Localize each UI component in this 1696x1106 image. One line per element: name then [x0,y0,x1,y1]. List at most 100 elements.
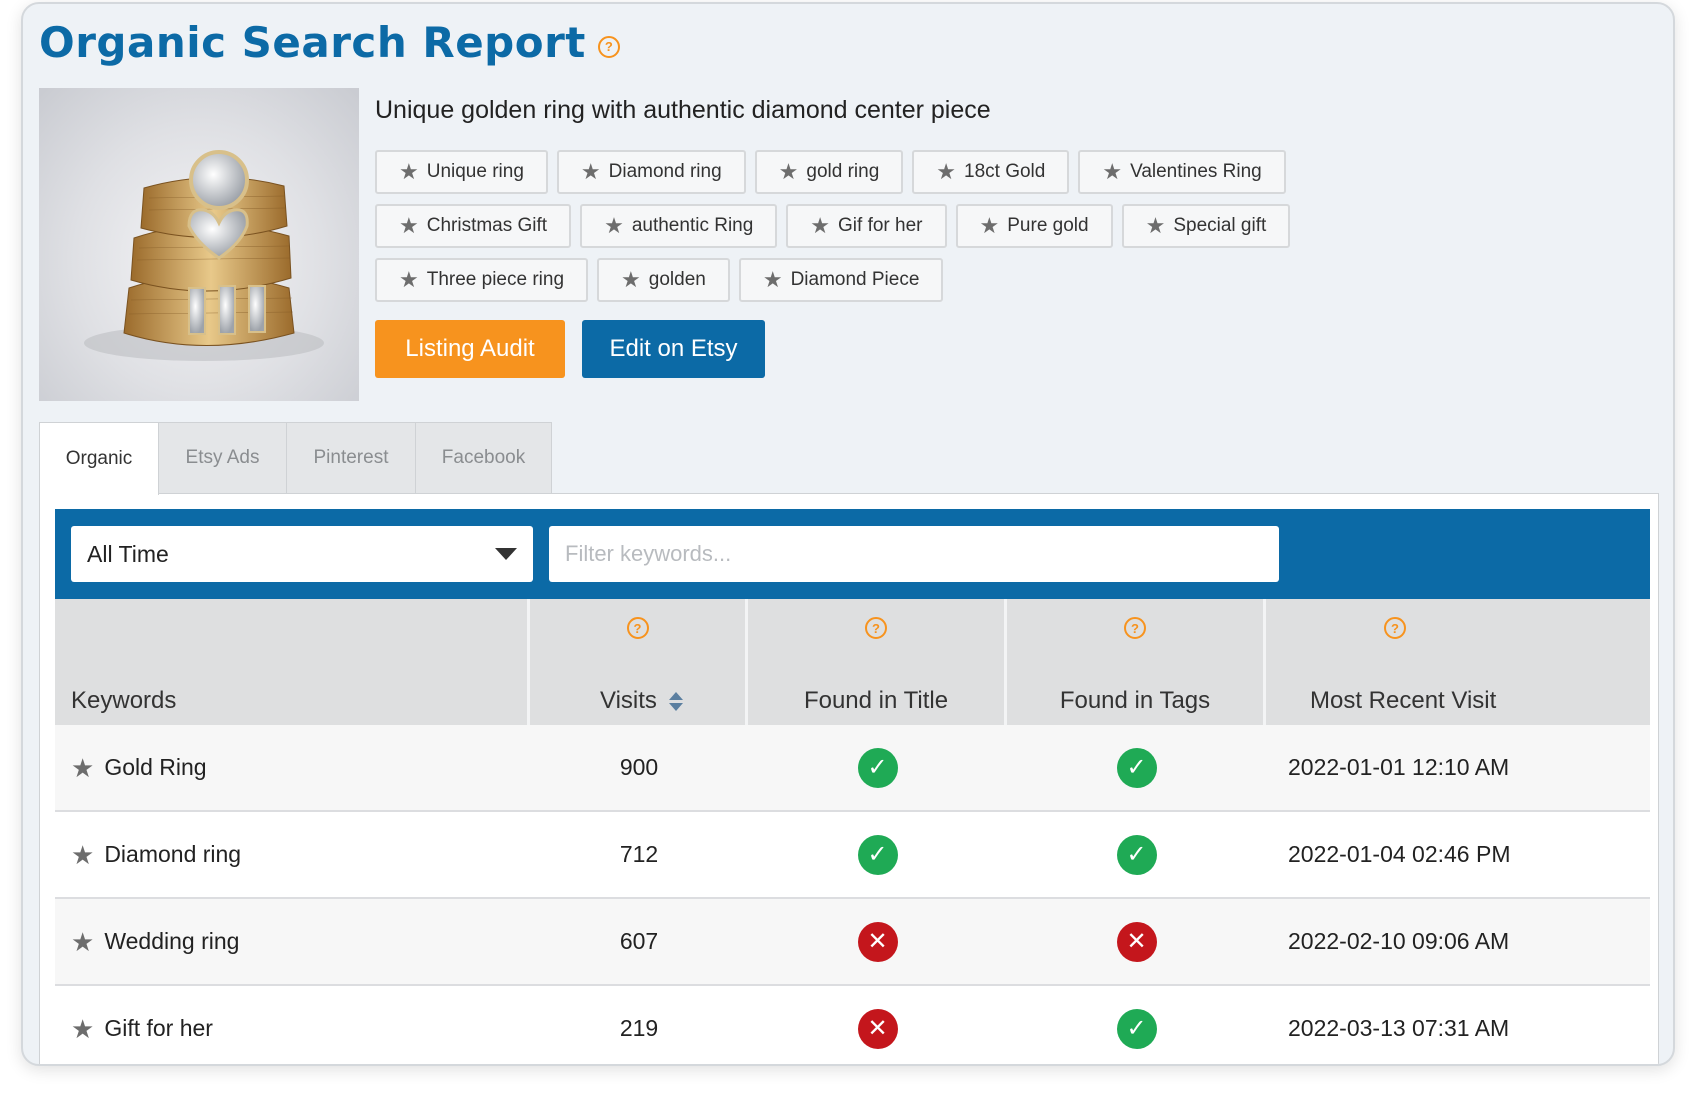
star-icon[interactable]: ★ [71,842,94,868]
check-circle-icon: ✓ [1116,1008,1157,1049]
visits-cell: 712 [619,841,659,867]
question-circle-icon[interactable]: ? [865,617,887,639]
question-circle-icon[interactable]: ? [626,617,649,639]
column-header-visits[interactable]: ? Visits [530,599,748,725]
star-icon: ★ [399,267,419,292]
tab-pinterest[interactable]: Pinterest [287,422,416,494]
recent-visit-cell: 2022-02-10 09:06 AM [1288,928,1510,954]
found-in-title-cell: ✕ [748,986,1007,1064]
column-header-keywords[interactable]: Keywords [55,599,530,725]
check-circle-icon: ✓ [1116,747,1157,788]
column-label: Keywords [71,687,177,714]
table-row[interactable]: ★ Diamond ring 712 ✓ ✓ 2022-01-04 02:46 P… [55,812,1650,899]
star-icon: ★ [810,213,831,238]
title-row: Organic Search Report ? [39,18,620,67]
column-header-most-recent-visit[interactable]: ? Most Recent Visit [1266,599,1650,725]
tab-etsy-ads[interactable]: Etsy Ads [159,422,287,494]
star-icon: ★ [399,159,419,184]
visits-cell: 900 [619,754,659,780]
tag-chip[interactable]: ★ Christmas Gift [375,204,572,248]
star-icon: ★ [604,213,624,238]
found-in-title-cell: ✓ [748,812,1007,897]
tag-row: ★ Three piece ring ★ golden ★ Diamond Piece [375,258,1275,302]
tag-chip[interactable]: ★ golden [597,258,730,302]
time-range-select[interactable]: All Time [71,526,533,582]
tag-chip[interactable]: ★ Valentines Ring [1078,150,1286,194]
keywords-table: Keywords ? Visits ? Found in Title ? Fou… [55,599,1650,1064]
tag-label: Diamond Piece [790,269,920,290]
keyword-text: Diamond ring [104,841,242,867]
column-label: Found in Tags [1059,687,1211,714]
filter-bar: All Time [55,509,1650,599]
question-circle-icon[interactable]: ? [1384,617,1406,639]
found-in-title-cell: ✕ [748,899,1007,984]
cross-circle-icon: ✕ [857,921,898,962]
page-title: Organic Search Report [39,18,586,67]
column-label: Visits [600,687,683,715]
star-icon: ★ [1102,159,1123,184]
column-header-found-in-tags[interactable]: ? Found in Tags [1007,599,1266,725]
star-icon[interactable]: ★ [71,755,94,781]
star-icon: ★ [979,213,1000,238]
check-circle-icon: ✓ [857,834,898,875]
tag-chip[interactable]: ★ Unique ring [375,150,548,194]
column-header-found-in-title[interactable]: ? Found in Title [748,599,1007,725]
tag-label: Diamond ring [608,161,722,182]
table-row[interactable]: ★ Wedding ring 607 ✕ ✕ 2022-02-10 09:06 A… [55,899,1650,986]
keyword-cell: ★ Diamond ring [55,812,530,897]
keyword-text: Wedding ring [104,928,240,954]
tab-facebook[interactable]: Facebook [416,422,552,494]
recent-visit-cell: 2022-03-13 07:31 AM [1288,1015,1510,1041]
keyword-filter-input[interactable] [549,526,1279,582]
tag-label: gold ring [806,161,880,182]
visits-cell: 219 [619,1015,659,1041]
found-in-tags-cell: ✓ [1007,725,1266,810]
product-image [39,88,359,401]
tag-label: authentic Ring [631,215,754,236]
keyword-cell: ★ Gold Ring [55,725,530,810]
tag-chip[interactable]: ★ Diamond ring [556,150,746,194]
star-icon: ★ [778,159,799,184]
star-icon: ★ [580,159,601,184]
question-circle-icon[interactable]: ? [597,35,620,58]
tag-chip[interactable]: ★ Three piece ring [375,258,589,302]
tab-organic[interactable]: Organic [39,422,159,495]
tag-row: ★ Unique ring ★ Diamond ring ★ gold ring ★ 1… [375,150,1286,194]
table-row[interactable]: ★ Gold Ring 900 ✓ ✓ 2022-01-01 12:10 AM [55,725,1650,812]
tag-chip[interactable]: ★ Pure gold [955,204,1113,248]
tag-chip[interactable]: ★ Gif for her [786,204,947,248]
tag-list: ★ Unique ring ★ Diamond ring ★ gold ring ★ 1… [375,150,1291,312]
tag-chip[interactable]: ★ authentic Ring [580,204,778,248]
table-header: Keywords ? Visits ? Found in Title ? Fou… [55,599,1650,725]
check-circle-icon: ✓ [857,747,898,788]
edit-on-etsy-button[interactable]: Edit on Etsy [582,320,765,378]
cross-circle-icon: ✕ [1116,921,1157,962]
tag-label: 18ct Gold [964,161,1046,182]
found-in-tags-cell: ✕ [1007,899,1266,984]
tag-chip[interactable]: ★ Diamond Piece [738,258,944,302]
recent-visit-cell: 2022-01-01 12:10 AM [1288,754,1510,780]
star-icon: ★ [621,267,641,292]
keyword-text: Gold Ring [104,754,207,780]
tag-label: golden [648,269,706,290]
star-icon[interactable]: ★ [71,1016,94,1042]
keyword-cell: ★ Gift for her [55,986,530,1064]
listing-audit-button[interactable]: Listing Audit [375,320,565,378]
found-in-tags-cell: ✓ [1007,986,1266,1064]
product-description: Unique golden ring with authentic diamon… [375,96,991,124]
star-icon[interactable]: ★ [71,929,94,955]
cross-circle-icon: ✕ [857,1008,898,1049]
column-label-text: Visits [600,687,657,714]
column-label: Found in Title [803,687,949,714]
check-circle-icon: ✓ [1116,834,1157,875]
report-card: Organic Search Report ? Unique golden ri… [21,2,1675,1066]
visits-cell: 607 [619,928,659,954]
table-row[interactable]: ★ Gift for her 219 ✕ ✓ 2022-03-13 07:31 A… [55,986,1650,1064]
tag-chip[interactable]: ★ gold ring [754,150,904,194]
tag-chip[interactable]: ★ Special gift [1121,204,1291,248]
tag-label: Valentines Ring [1130,161,1262,182]
question-circle-icon[interactable]: ? [1124,617,1146,639]
sort-icon[interactable] [668,692,683,712]
ring-photo-icon [84,150,324,361]
tag-chip[interactable]: ★ 18ct Gold [912,150,1070,194]
